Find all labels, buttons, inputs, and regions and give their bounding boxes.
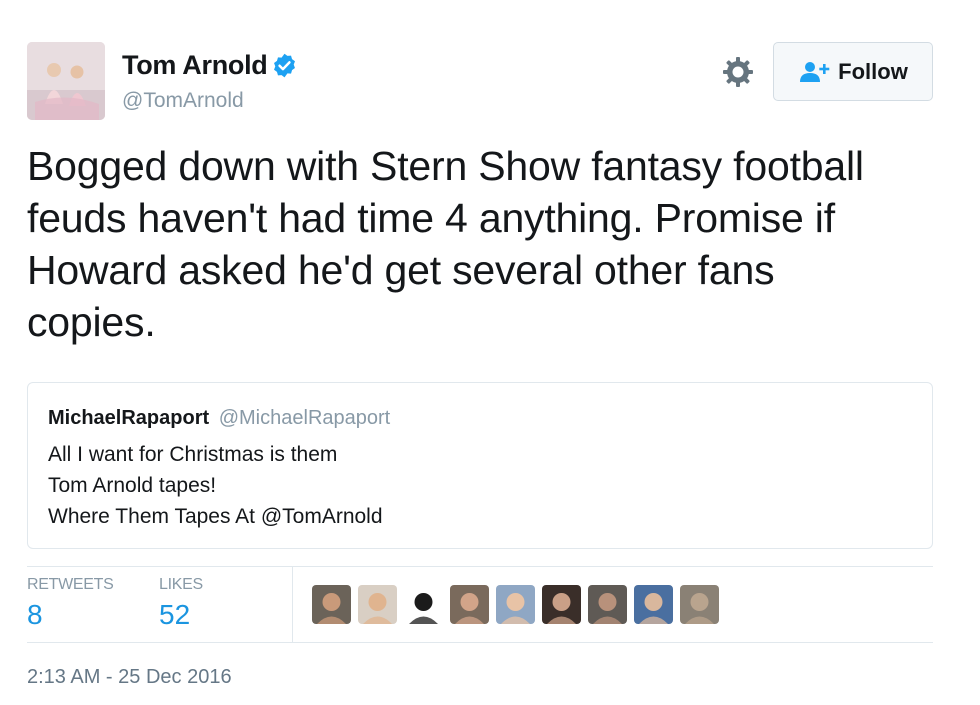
tweet-text: Bogged down with Stern Show fantasy foot… xyxy=(27,140,947,348)
gear-icon[interactable] xyxy=(720,54,756,90)
liker-avatar[interactable] xyxy=(404,585,443,624)
liker-avatar[interactable] xyxy=(634,585,673,624)
liker-avatars xyxy=(312,585,719,624)
liker-avatar[interactable] xyxy=(312,585,351,624)
likes-stat[interactable]: LIKES 52 xyxy=(159,576,203,631)
stats-bottom-divider xyxy=(27,642,933,643)
stats-vertical-divider xyxy=(292,566,293,642)
likes-label: LIKES xyxy=(159,576,203,593)
tweet-line: feuds haven't had time 4 anything. Promi… xyxy=(27,195,835,241)
quoted-tweet-header: MichaelRapaport @MichaelRapaport xyxy=(48,407,390,430)
quoted-tweet-line: Where Them Tapes At @TomArnold xyxy=(48,505,383,528)
liker-avatar[interactable] xyxy=(496,585,535,624)
display-name-text: Tom Arnold xyxy=(122,50,268,80)
follow-label: Follow xyxy=(838,58,908,84)
liker-avatar[interactable] xyxy=(588,585,627,624)
quoted-tweet-handle: @MichaelRapaport xyxy=(218,407,391,429)
quoted-tweet-name: MichaelRapaport xyxy=(48,407,210,429)
avatar-photo xyxy=(27,42,105,120)
add-user-icon xyxy=(798,60,830,84)
tweet-timestamp[interactable]: 2:13 AM - 25 Dec 2016 xyxy=(27,666,232,689)
quoted-tweet-line: Tom Arnold tapes! xyxy=(48,474,217,497)
likes-count: 52 xyxy=(159,599,191,630)
liker-avatar[interactable] xyxy=(680,585,719,624)
avatar[interactable] xyxy=(27,42,105,120)
retweets-label: RETWEETS xyxy=(27,576,114,593)
liker-avatar[interactable] xyxy=(542,585,581,624)
display-name[interactable]: Tom Arnold xyxy=(122,50,298,81)
liker-avatar[interactable] xyxy=(450,585,489,624)
quoted-tweet[interactable]: MichaelRapaport @MichaelRapaport All I w… xyxy=(27,382,933,549)
tweet-line: Bogged down with Stern Show fantasy foot… xyxy=(27,143,864,189)
tweet-line: Howard asked he'd get several other fans xyxy=(27,247,775,293)
quoted-tweet-text: All I want for Christmas is them Tom Arn… xyxy=(48,439,383,532)
quoted-tweet-line: All I want for Christmas is them xyxy=(48,443,338,466)
user-handle[interactable]: @TomArnold xyxy=(122,89,244,113)
retweets-count: 8 xyxy=(27,599,43,630)
retweets-stat[interactable]: RETWEETS 8 xyxy=(27,576,114,631)
follow-button[interactable]: Follow xyxy=(773,42,933,101)
tweet-line: copies. xyxy=(27,299,156,345)
liker-avatar[interactable] xyxy=(358,585,397,624)
stats-top-divider xyxy=(27,566,933,567)
verified-badge-icon xyxy=(271,52,298,79)
